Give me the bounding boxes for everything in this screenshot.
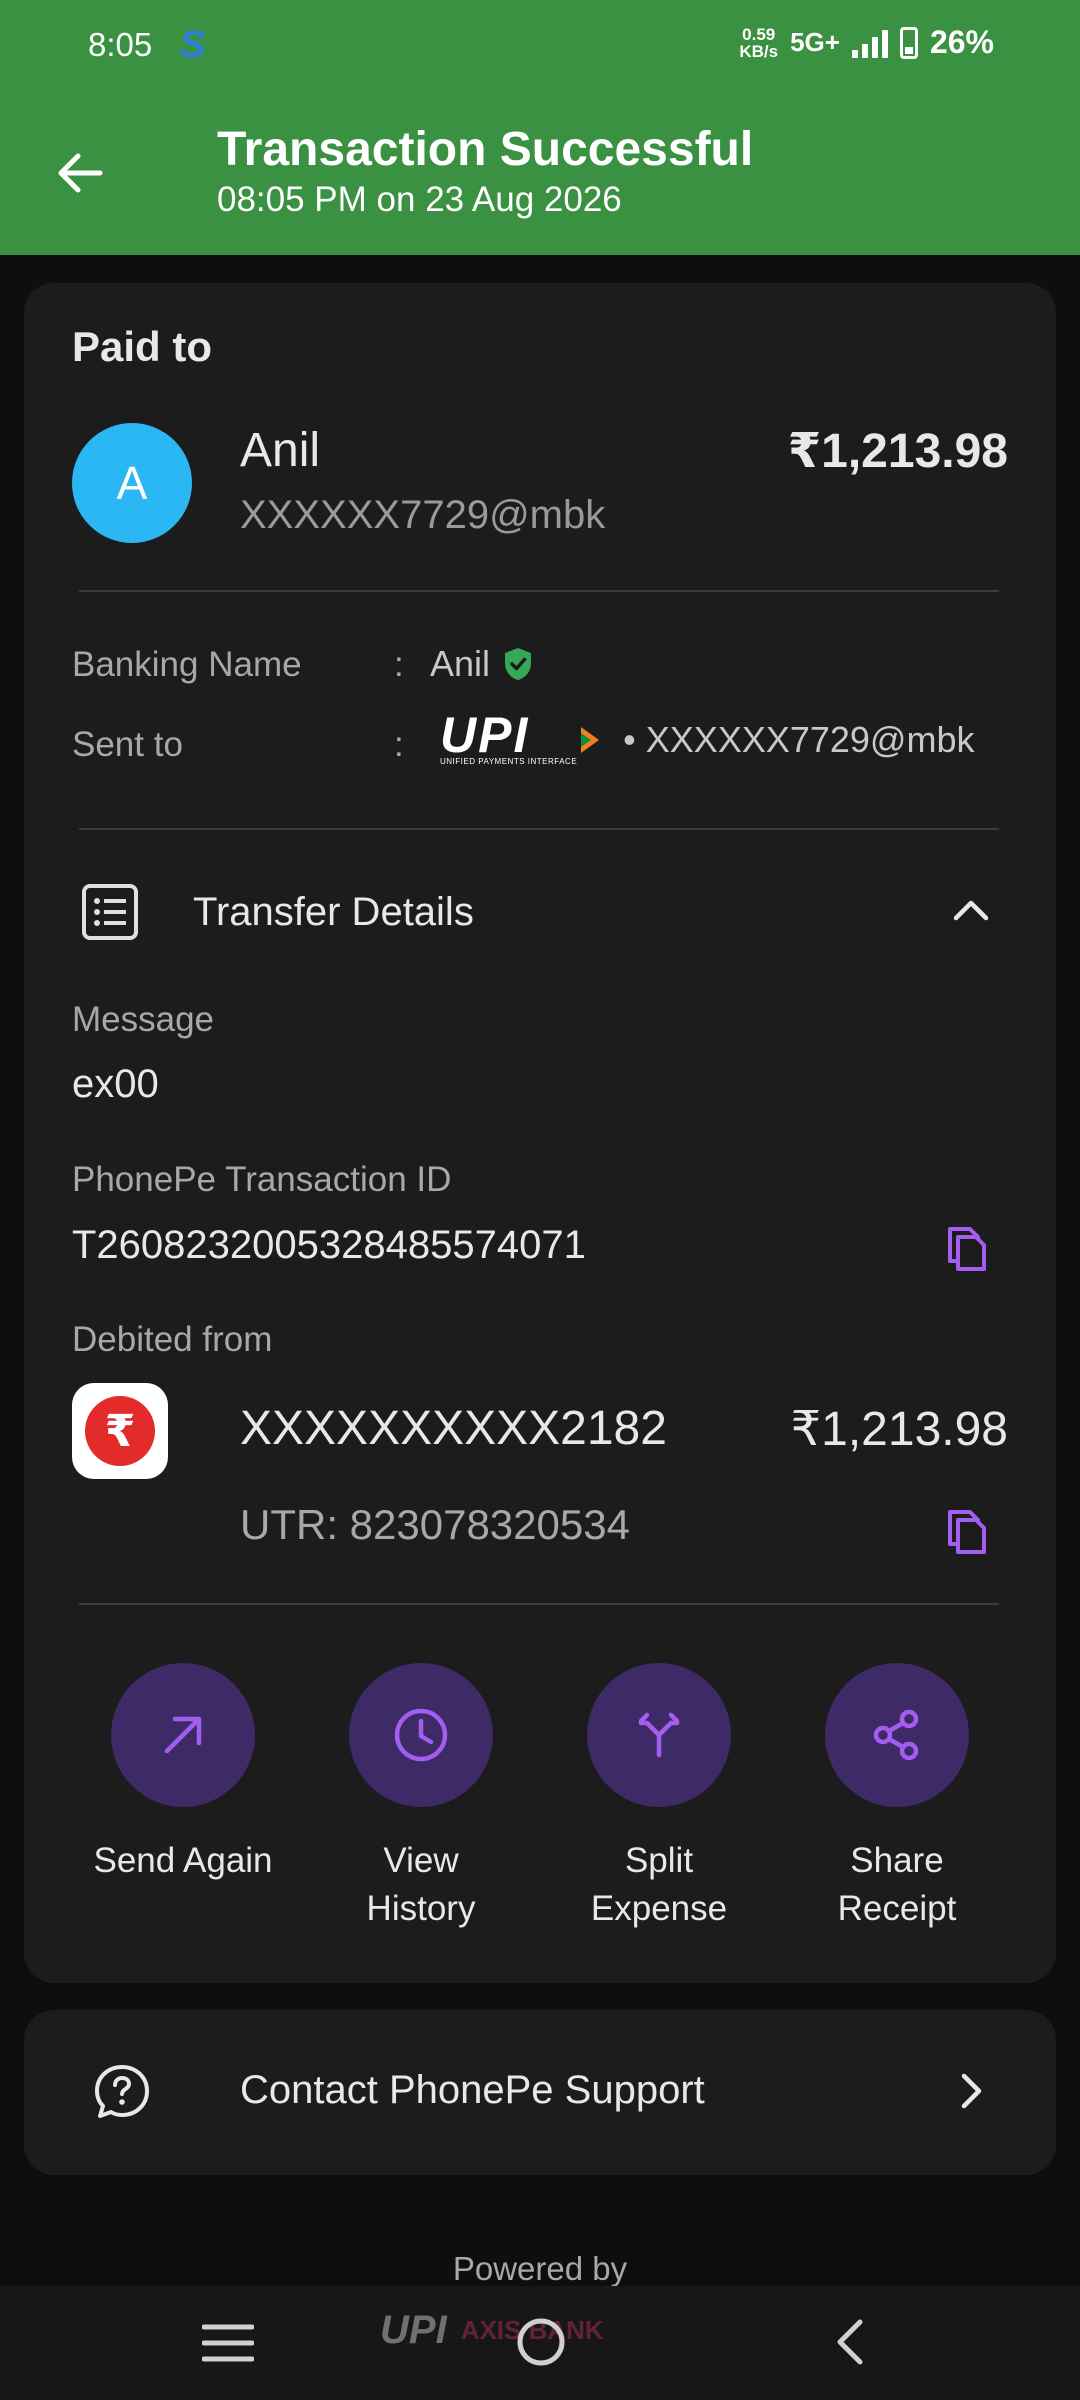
view-history-label: View History	[366, 1841, 476, 1928]
status-indicators: 0.59 KB/s 5G+ 26%	[739, 24, 994, 61]
copy-icon[interactable]	[944, 1223, 990, 1273]
paid-amount: ₹1,213.98	[787, 425, 1008, 478]
chevron-up-icon[interactable]	[946, 885, 996, 935]
divider	[79, 1603, 999, 1605]
bank-logo-mark: ₹	[85, 1396, 155, 1466]
back-arrow-icon[interactable]	[50, 138, 120, 208]
send-again-circle[interactable]	[111, 1663, 255, 1807]
copy-icon[interactable]	[944, 1506, 990, 1556]
upi-logo-text: UPI	[440, 707, 530, 763]
sent-to-label: Sent to	[72, 725, 183, 764]
battery-percent: 26%	[929, 24, 994, 60]
clock-icon	[394, 1708, 448, 1762]
divider	[79, 828, 999, 830]
upi-footer-logo: UPI	[380, 2308, 447, 2352]
split-icon	[638, 1712, 680, 1758]
banking-name-text: Anil	[430, 643, 491, 684]
sent-to-vpa: • XXXXXX7729@mbk	[623, 718, 975, 760]
colon: :	[394, 725, 404, 764]
chevron-right-icon[interactable]	[946, 2066, 996, 2116]
footer-logos: UPI AXIS BANK	[380, 2308, 604, 2353]
nav-back-icon[interactable]	[828, 2316, 872, 2368]
page-title: Transaction Successful	[217, 123, 754, 176]
transaction-id-label: PhonePe Transaction ID	[72, 1160, 452, 1199]
contact-support-card[interactable]: Contact PhonePe Support	[24, 2010, 1056, 2175]
banking-name-label: Banking Name	[72, 645, 302, 684]
system-nav-bar: UPI AXIS BANK	[0, 2286, 1080, 2400]
share-receipt-circle[interactable]	[825, 1663, 969, 1807]
battery-icon	[899, 26, 918, 59]
network-speed-value: 0.59	[742, 24, 776, 44]
bank-logo: ₹	[72, 1383, 168, 1479]
status-time: 8:05	[88, 26, 153, 63]
contact-support-label[interactable]: Contact PhonePe Support	[240, 2068, 705, 2113]
payee-vpa: XXXXXX7729@mbk	[240, 493, 606, 537]
sent-to-value: UPI UNIFIED PAYMENTS INTERFACE • XXXXXX7…	[440, 707, 975, 766]
header-bar: 8:05 S 0.59 KB/s 5G+ 26% Transaction Suc…	[0, 0, 1080, 255]
app-notification-icon: S	[180, 24, 206, 66]
network-speed-unit: KB/s	[739, 41, 779, 61]
network-type: 5G+	[790, 27, 840, 57]
divider	[79, 590, 999, 592]
home-icon[interactable]	[515, 2316, 567, 2368]
action-buttons: Send Again View History Split Expense Sh…	[24, 1663, 1056, 1933]
transfer-details-title[interactable]: Transfer Details	[193, 890, 474, 935]
split-expense-circle[interactable]	[587, 1663, 731, 1807]
view-history-button[interactable]: View History	[311, 1663, 531, 1933]
share-icon	[873, 1709, 919, 1761]
split-expense-button[interactable]: Split Expense	[549, 1663, 769, 1933]
view-history-circle[interactable]	[349, 1663, 493, 1807]
send-again-label: Send Again	[93, 1841, 273, 1880]
help-chat-icon	[95, 2065, 149, 2118]
payee-name: Anil	[240, 424, 321, 477]
utr-number: UTR: 823078320534	[240, 1501, 630, 1548]
debited-amount: ₹1,213.98	[790, 1403, 1008, 1456]
share-receipt-label: Share Receipt	[837, 1841, 957, 1928]
signal-icon	[851, 28, 888, 58]
banking-name-value: Anil	[430, 643, 534, 685]
transaction-card: Paid to A Anil XXXXXX7729@mbk ₹1,213.98 …	[24, 283, 1056, 1983]
share-receipt-button[interactable]: Share Receipt	[787, 1663, 1007, 1933]
transaction-id-value: T2608232005328485574071	[72, 1223, 586, 1267]
account-number: XXXXXXXXXX2182	[240, 1402, 667, 1455]
powered-by-text: Powered by	[452, 2250, 628, 2287]
verified-shield-icon	[505, 648, 532, 680]
recent-apps-icon[interactable]	[202, 2323, 254, 2363]
document-list-icon	[82, 884, 138, 940]
split-expense-label: Split Expense	[590, 1841, 728, 1928]
message-value: ex00	[72, 1062, 159, 1106]
send-again-button[interactable]: Send Again	[73, 1663, 293, 1933]
upi-logo: UPI UNIFIED PAYMENTS INTERFACE	[440, 707, 578, 766]
transaction-datetime: 08:05 PM on 23 Aug 2026	[217, 180, 622, 219]
upi-arrow-icon	[581, 726, 600, 753]
debited-from-label: Debited from	[72, 1320, 273, 1359]
arrow-up-right-icon	[164, 1716, 202, 1754]
message-label: Message	[72, 1000, 215, 1039]
upi-logo-subtext: UNIFIED PAYMENTS INTERFACE	[440, 757, 578, 766]
paid-to-label: Paid to	[72, 323, 213, 370]
colon: :	[394, 645, 404, 684]
network-speed: 0.59 KB/s	[739, 26, 778, 60]
avatar: A	[72, 423, 192, 543]
